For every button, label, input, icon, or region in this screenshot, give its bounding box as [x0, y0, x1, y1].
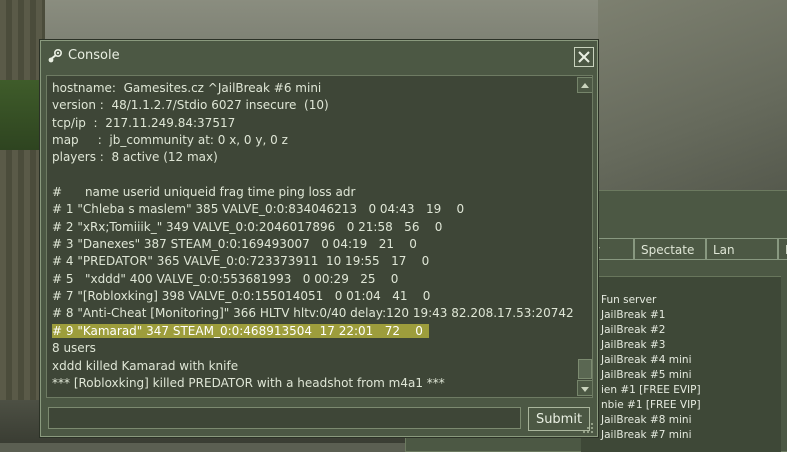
command-input[interactable]	[48, 407, 521, 429]
server-list-item[interactable]: JailBreak #3	[601, 339, 665, 351]
console-line: map : jb_community at: 0 x, 0 y, 0 z	[52, 133, 288, 148]
console-scrollbar[interactable]	[577, 76, 592, 397]
console-line: # 3 "Danexes" 387 STEAM_0:0:169493007 0 …	[52, 237, 417, 252]
server-list-item[interactable]: ien #1 [FREE EVIP]	[601, 384, 701, 396]
server-list-item[interactable]: nbie #1 [FREE VIP]	[601, 399, 701, 411]
console-titlebar[interactable]: Console	[41, 41, 597, 71]
arrow-down-icon	[581, 387, 589, 392]
server-list-item[interactable]: JailBreak #7 mini	[601, 429, 692, 441]
console-line: # 8 "Anti-Cheat [Monitoring]" 366 HLTV h…	[52, 306, 574, 321]
console-line: # 5 "xddd" 400 VALVE_0:0:553681993 0 00:…	[52, 271, 399, 286]
resize-grip-icon[interactable]	[581, 420, 595, 434]
server-list-item[interactable]: JailBreak #8 mini	[601, 414, 692, 426]
console-window: Console hostname: Gamesites.cz ^JailBrea…	[40, 40, 598, 437]
tab-friends[interactable]: F	[778, 238, 787, 260]
game-wall-left	[0, 0, 45, 443]
server-list-item[interactable]: JailBreak #1	[601, 309, 665, 321]
console-line: *** [Robloxking] killed PREDATOR with a …	[52, 375, 445, 390]
console-line: xddd killed Kamarad with knife	[52, 358, 239, 373]
console-line: hostname: Gamesites.cz ^JailBreak #6 min…	[52, 81, 322, 95]
game-wall-right	[598, 0, 787, 200]
console-title: Console	[68, 48, 120, 63]
game-grass	[0, 80, 45, 150]
console-line: # 1 "Chleba s maslem" 385 VALVE_0:0:8340…	[52, 202, 465, 217]
selected-text: # 9 "Kamarad" 347 STEAM_0:0:468913504 17…	[52, 323, 429, 338]
console-line: # 4 "PREDATOR" 365 VALVE_0:0:723373911 1…	[52, 254, 430, 269]
server-list-item[interactable]: JailBreak #4 mini	[601, 354, 692, 366]
console-line: version : 48/1.1.2.7/Stdio 6027 insecure…	[52, 98, 329, 113]
server-list-item[interactable]: JailBreak #2	[601, 324, 665, 336]
console-output[interactable]: hostname: Gamesites.cz ^JailBreak #6 min…	[46, 75, 593, 398]
console-line: tcp/ip : 217.11.249.84:37517	[52, 115, 236, 130]
scroll-up-button[interactable]	[577, 77, 592, 93]
close-button[interactable]	[574, 47, 594, 67]
close-icon	[578, 51, 590, 63]
server-list-item[interactable]: Fun server	[601, 294, 656, 306]
steam-icon	[47, 48, 63, 64]
console-line: 8 users	[52, 341, 96, 356]
tab-lan[interactable]: Lan	[706, 238, 778, 260]
tab-spectate[interactable]: Spectate	[634, 238, 706, 260]
server-list-item[interactable]: JailBreak #5 mini	[601, 369, 692, 381]
console-line: # 2 "xRx;Tomiiik_" 349 VALVE_0:0:2046017…	[52, 219, 443, 234]
console-lines: hostname: Gamesites.cz ^JailBreak #6 min…	[52, 80, 574, 392]
scroll-down-button[interactable]	[577, 380, 592, 396]
scroll-thumb[interactable]	[578, 359, 592, 379]
console-line: players : 8 active (12 max)	[52, 150, 218, 165]
console-line: # 7 "[Robloxking] 398 VALVE_0:0:15501405…	[52, 289, 431, 304]
console-line-selected[interactable]: # 9 "Kamarad" 347 STEAM_0:0:468913504 17…	[52, 323, 572, 340]
arrow-up-icon	[581, 83, 589, 88]
console-line: # name userid uniqueid frag time ping lo…	[52, 185, 356, 200]
